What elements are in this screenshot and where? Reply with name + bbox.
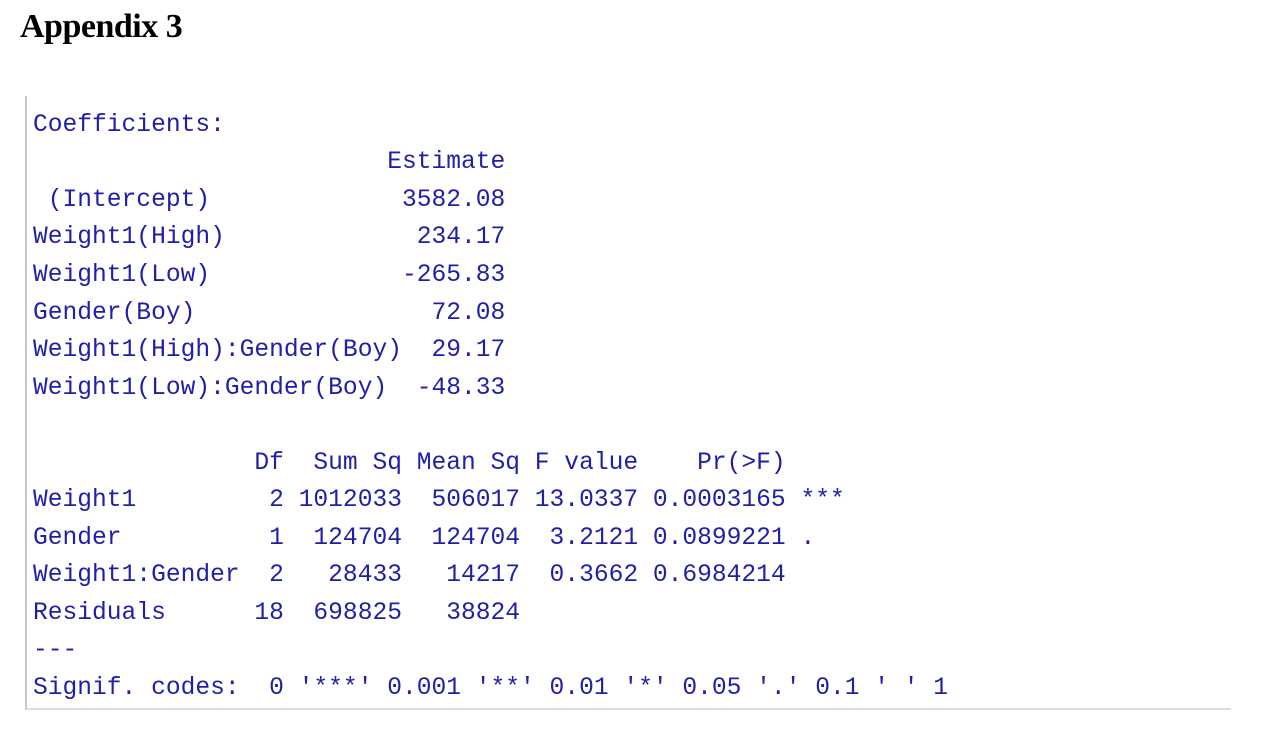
coef-row-low-gender: Weight1(Low):Gender(Boy) -48.33 [33,375,506,402]
r-console-output: Coefficients: Estimate (Intercept) 3582.… [25,96,1231,710]
coef-row-weight-high: Weight1(High) 234.17 [33,224,506,251]
coef-row-weight-low: Weight1(Low) -265.83 [33,262,506,289]
anova-row-residuals: Residuals 18 698825 38824 [33,600,521,627]
anova-row-interaction: Weight1:Gender 2 28433 14217 0.3662 0.69… [33,562,786,589]
coef-row-high-gender: Weight1(High):Gender(Boy) 29.17 [33,337,506,364]
coefficients-header: Coefficients: [33,112,225,139]
coef-row-intercept: (Intercept) 3582.08 [33,187,506,214]
anova-row-gender: Gender 1 124704 124704 3.2121 0.0899221 … [33,525,816,552]
separator-line: --- [33,637,78,664]
estimate-column-header: Estimate [33,149,506,176]
signif-codes-legend: Signif. codes: 0 '***' 0.001 '**' 0.01 '… [33,675,949,702]
anova-row-weight1: Weight1 2 1012033 506017 13.0337 0.00031… [33,487,845,514]
anova-header-row: Df Sum Sq Mean Sq F value Pr(>F) [33,450,786,477]
coef-row-gender-boy: Gender(Boy) 72.08 [33,300,506,327]
appendix-title: Appendix 3 [20,8,183,45]
